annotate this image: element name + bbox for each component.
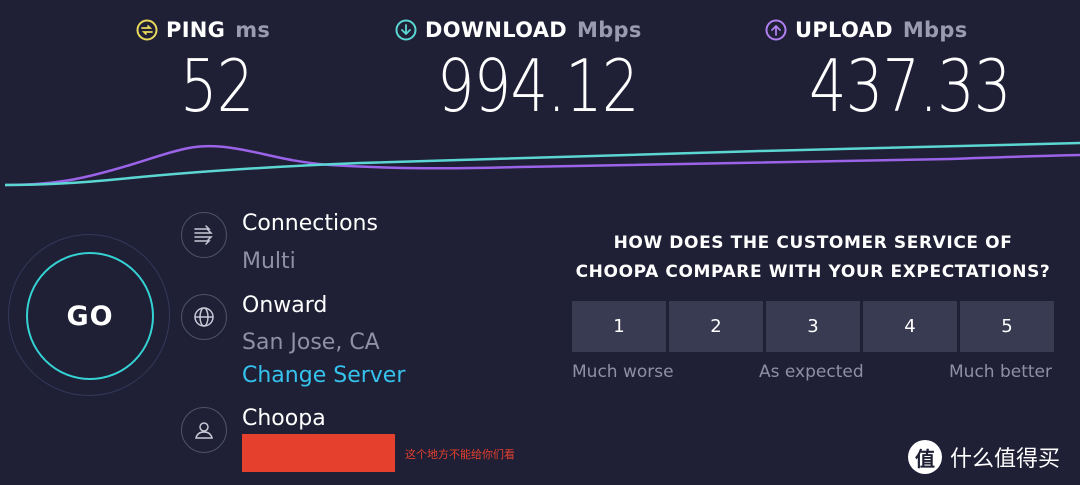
watermark: 值 什么值得买 [908, 440, 1060, 474]
server-isp: Onward [242, 293, 328, 318]
upload-speed-line [4, 144, 1080, 187]
globe-icon [181, 294, 227, 340]
download-unit: Mbps [577, 18, 642, 42]
rating-option-1[interactable]: 1 [572, 301, 666, 352]
download-label: DOWNLOAD [425, 18, 568, 42]
ping-icon [136, 19, 158, 41]
rating-option-2[interactable]: 2 [669, 301, 763, 352]
rating-scale: 1 2 3 4 5 [572, 301, 1054, 352]
watermark-text: 什么值得买 [950, 447, 1061, 472]
download-arrow-icon [395, 19, 417, 41]
scale-label-mid: As expected [759, 362, 864, 382]
connections-title: Connections [242, 211, 378, 236]
scale-label-high: Much better [949, 362, 1052, 382]
ping-metric: PING ms 52 [136, 18, 270, 122]
redaction-note: 这个地方不能给你们看 [405, 448, 515, 461]
survey-question: HOW DOES THE CUSTOMER SERVICE OF CHOOPA … [558, 229, 1068, 287]
host-name: Choopa [242, 406, 326, 431]
change-server-link[interactable]: Change Server [242, 363, 405, 388]
ping-label: PING [166, 18, 226, 42]
speed-graph [4, 141, 1080, 187]
download-metric: DOWNLOAD Mbps 994.12 [395, 18, 683, 122]
upload-value: 437.33 [809, 44, 1011, 128]
survey-question-line2: CHOOPA COMPARE WITH YOUR EXPECTATIONS? [575, 262, 1051, 282]
user-icon [181, 407, 227, 453]
rating-option-3[interactable]: 3 [766, 301, 860, 352]
download-value: 994.12 [437, 44, 639, 128]
go-button[interactable]: GO [26, 252, 154, 380]
upload-label: UPLOAD [795, 18, 893, 42]
upload-unit: Mbps [902, 18, 968, 42]
rating-option-5[interactable]: 5 [960, 301, 1054, 352]
upload-metric: UPLOAD Mbps 437.33 [765, 18, 1055, 122]
survey-question-line1: HOW DOES THE CUSTOMER SERVICE OF [613, 233, 1013, 253]
connections-value: Multi [242, 249, 296, 274]
connections-icon [181, 212, 227, 258]
watermark-logo: 值 [908, 440, 942, 474]
redaction-block [242, 434, 395, 472]
scale-label-low: Much worse [572, 362, 674, 382]
ping-value: 52 [180, 44, 254, 128]
server-location: San Jose, CA [242, 330, 380, 355]
upload-arrow-icon [765, 19, 787, 41]
ping-unit: ms [235, 18, 271, 42]
download-speed-line [4, 141, 1080, 187]
rating-option-4[interactable]: 4 [863, 301, 957, 352]
